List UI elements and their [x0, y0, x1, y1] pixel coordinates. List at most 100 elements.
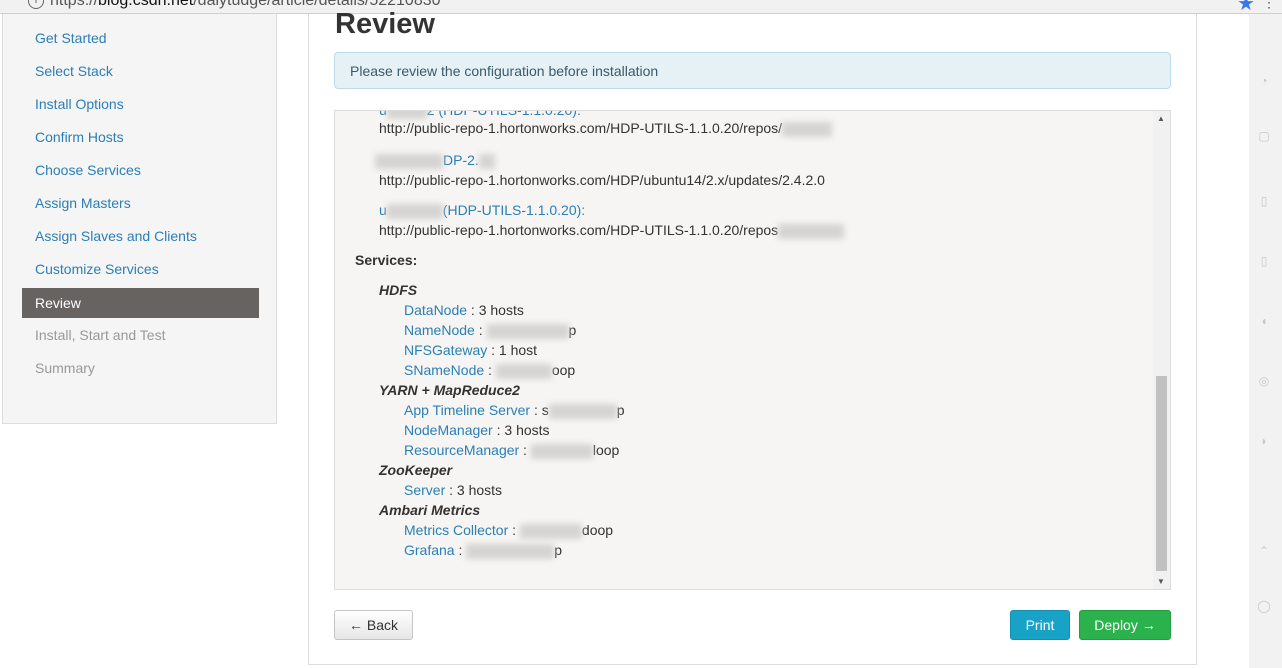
component-name: App Timeline Server: [404, 402, 531, 418]
component-name: NFSGateway: [404, 342, 488, 358]
url-prefix: https://: [50, 0, 99, 9]
redacted-text: [548, 403, 617, 419]
print-button[interactable]: Print: [1010, 610, 1070, 640]
component-grafana: Grafana : p: [404, 542, 562, 559]
service-name-zookeeper: ZooKeeper: [379, 462, 453, 478]
component-sep: :: [467, 302, 479, 318]
service-name-yarn: YARN + MapReduce2: [379, 382, 520, 398]
component-value: doop: [581, 522, 614, 538]
component-value: 3 hosts: [504, 422, 550, 438]
nav-item-install-options[interactable]: Install Options: [22, 88, 259, 121]
menu-icon[interactable]: ⋮: [1262, 0, 1276, 11]
component-sep: :: [484, 362, 496, 378]
back-to-top-icon[interactable]: ⌃: [1252, 544, 1276, 558]
deploy-button[interactable]: Deploy →: [1079, 610, 1171, 640]
repo-name: 2 (HDP-UTILS-1.1.0.20):: [426, 110, 581, 118]
component-sep: :: [454, 542, 467, 558]
repo-label: u (HDP-UTILS-1.1.0.20):: [379, 202, 585, 219]
component-name: SNameNode: [404, 362, 485, 378]
bookmark-icon[interactable]: ▯: [1252, 194, 1276, 208]
tip-icon[interactable]: ◖: [1252, 314, 1276, 328]
component-value: 3 hosts: [456, 482, 503, 498]
info-icon[interactable]: i: [28, 0, 44, 9]
wizard-steps-nav: Get Started Select Stack Install Options…: [22, 22, 259, 385]
url-host: blog.csdn.net: [98, 0, 194, 9]
back-button[interactable]: ← Back: [334, 610, 413, 640]
repo-label: DP-2.: [375, 152, 495, 169]
service-name-hdfs: HDFS: [379, 282, 418, 298]
component-app-timeline-server: App Timeline Server : s p: [404, 402, 625, 419]
page-title: Review: [335, 8, 435, 40]
star-icon[interactable]: ★: [1237, 0, 1255, 13]
repo-os-label: u: [379, 110, 387, 118]
component-datanode: DataNode : 3 hosts: [404, 302, 524, 318]
report-icon[interactable]: ◎: [1252, 374, 1276, 388]
nav-item-review[interactable]: Review: [22, 288, 259, 318]
comment-icon[interactable]: ▢: [1252, 129, 1276, 143]
component-name: NameNode: [404, 322, 475, 338]
component-sep: :: [508, 522, 520, 538]
component-value: p: [568, 322, 577, 338]
component-value-suffix: p: [616, 402, 625, 418]
component-value: p: [554, 542, 563, 558]
scrollbar-thumb[interactable]: [1156, 376, 1167, 571]
component-value: loop: [592, 442, 620, 458]
redacted-text: [486, 323, 569, 339]
component-namenode: NameNode : p: [404, 322, 576, 339]
main-panel: Review Please review the configuration b…: [308, 8, 1197, 665]
redacted-text: [386, 111, 427, 119]
redacted-text: [782, 121, 833, 137]
component-metrics-collector: Metrics Collector : doop: [404, 522, 613, 539]
redacted-text: [530, 443, 593, 459]
component-sep: :: [519, 442, 531, 458]
redacted-text: [466, 543, 555, 559]
redacted-text: [478, 153, 495, 169]
component-nodemanager: NodeManager : 3 hosts: [404, 422, 550, 438]
nav-item-choose-services[interactable]: Choose Services: [22, 154, 259, 187]
component-sep: :: [474, 322, 487, 338]
nav-item-install-start-test: Install, Start and Test: [35, 327, 166, 343]
redacted-text: [386, 203, 443, 219]
review-summary-box[interactable]: u 2 (HDP-UTILS-1.1.0.20): http://public-r…: [334, 110, 1171, 590]
redacted-text: [778, 223, 845, 239]
component-value: 1 host: [498, 342, 538, 358]
nav-item-assign-masters[interactable]: Assign Masters: [22, 187, 259, 220]
component-name: Grafana: [404, 542, 455, 558]
nav-item-get-started[interactable]: Get Started: [22, 22, 259, 55]
wizard-sidebar: Get Started Select Stack Install Options…: [2, 14, 277, 424]
component-name: Metrics Collector: [404, 522, 509, 538]
repo-url: http://public-repo-1.hortonworks.com/HDP…: [379, 222, 845, 239]
repo-url: http://public-repo-1.hortonworks.com/HDP…: [379, 120, 833, 137]
share-icon[interactable]: ▯: [1252, 254, 1276, 268]
floating-side-toolbar: ◔ ▢ ▯ ▯ ◖ ◎ ◗ ⌃ ◯: [1249, 14, 1282, 668]
component-value: s: [541, 402, 549, 418]
component-value: oop: [551, 362, 576, 378]
nav-item-confirm-hosts[interactable]: Confirm Hosts: [22, 121, 259, 154]
vertical-scrollbar[interactable]: ▲ ▼: [1153, 111, 1170, 589]
repo-url-text: http://public-repo-1.hortonworks.com/HDP…: [379, 120, 783, 136]
component-snamenode: SNameNode : oop: [404, 362, 575, 379]
nav-item-customize-services[interactable]: Customize Services: [22, 253, 259, 286]
service-name-ambari-metrics: Ambari Metrics: [379, 502, 481, 518]
component-sep: :: [445, 482, 457, 498]
repo-name: DP-2.: [443, 152, 479, 168]
service-icon[interactable]: ◗: [1252, 434, 1276, 448]
like-icon[interactable]: ◔: [1252, 74, 1276, 88]
scroll-down-arrow-icon[interactable]: ▼: [1157, 577, 1165, 586]
services-heading: Services:: [355, 252, 418, 268]
nav-item-select-stack[interactable]: Select Stack: [22, 55, 259, 88]
nav-item-assign-slaves[interactable]: Assign Slaves and Clients: [22, 220, 259, 253]
component-name: DataNode: [404, 302, 468, 318]
scroll-up-arrow-icon[interactable]: ▲: [1157, 114, 1165, 123]
redacted-text: [495, 363, 552, 379]
component-server: Server : 3 hosts: [404, 482, 502, 498]
repo-url-text: http://public-repo-1.hortonworks.com/HDP…: [379, 222, 779, 238]
component-sep: :: [530, 402, 542, 418]
nav-item-summary: Summary: [35, 360, 95, 376]
component-resourcemanager: ResourceManager : loop: [404, 442, 619, 459]
feedback-icon[interactable]: ◯: [1252, 599, 1276, 613]
repo-os-label: u: [379, 202, 387, 218]
component-name: ResourceManager: [404, 442, 520, 458]
info-alert: Please review the configuration before i…: [334, 52, 1171, 89]
browser-address-bar[interactable]: i https://blog.csdn.net/dalytudge/articl…: [0, 0, 1282, 14]
